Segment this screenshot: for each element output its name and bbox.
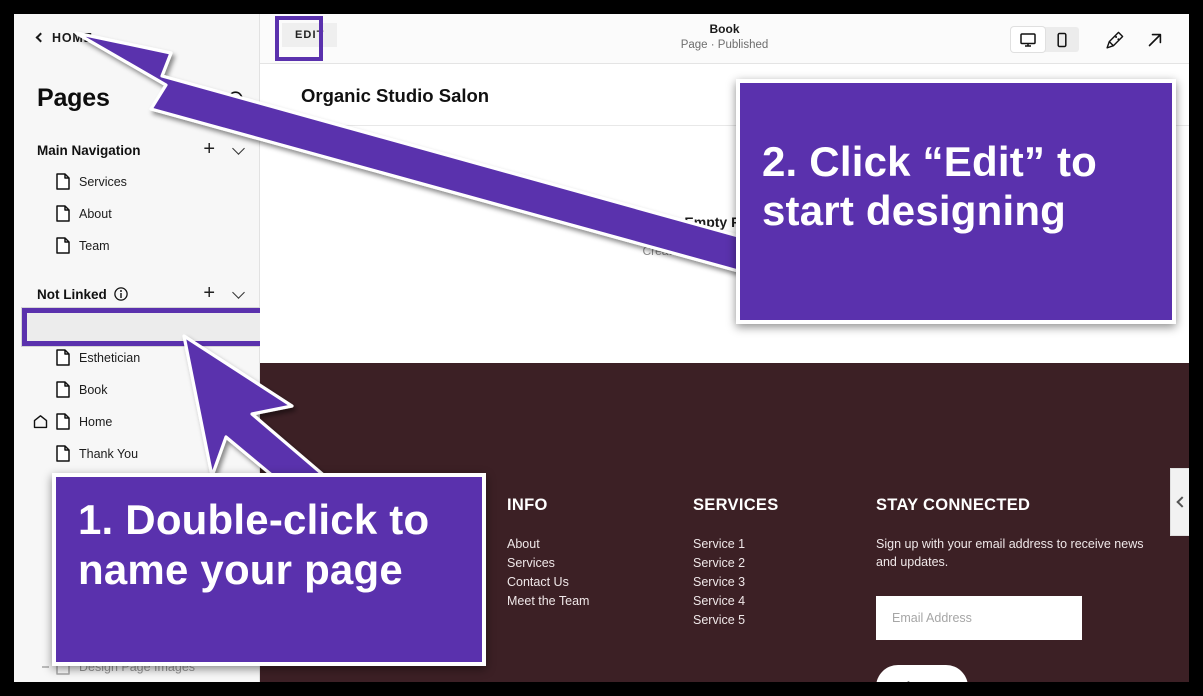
house-icon xyxy=(33,414,48,432)
footer-column-heading: STAY CONNECTED xyxy=(876,496,1031,514)
page-name: About xyxy=(79,207,112,221)
sidebar-page-book-2[interactable]: Book xyxy=(14,374,260,406)
page-name: Team xyxy=(79,239,110,253)
add-page-button[interactable]: + xyxy=(203,139,215,159)
newsletter-description: Sign up with your email address to recei… xyxy=(876,537,1144,570)
footer-column-info: INFO About Services Contact Us Meet the … xyxy=(507,496,589,613)
footer-link[interactable]: Service 5 xyxy=(693,613,779,627)
editor-topbar: EDIT Book Page · Published xyxy=(260,14,1189,64)
paintbrush-icon[interactable] xyxy=(1103,28,1127,52)
add-page-button[interactable]: + xyxy=(203,283,215,303)
page-name: Esthetician xyxy=(79,351,141,365)
page-icon xyxy=(56,205,70,225)
sidebar-page-about[interactable]: About xyxy=(14,198,260,230)
page-icon xyxy=(56,413,70,433)
page-icon xyxy=(56,173,70,193)
footer-column-stay-connected: STAY CONNECTED Sign up with your email a… xyxy=(876,496,1156,682)
footer-link[interactable]: Contact Us xyxy=(507,575,589,589)
sidebar-page-thank-you[interactable]: Thank You xyxy=(14,438,260,470)
page-title: Pages xyxy=(37,84,110,112)
section-main-navigation[interactable]: Main Navigation + xyxy=(37,139,245,160)
footer-column-heading: SERVICES xyxy=(693,496,779,514)
view-mode-toggle xyxy=(1011,27,1079,52)
section-not-linked[interactable]: Not Linked + xyxy=(37,283,245,304)
footer-link[interactable]: Service 1 xyxy=(693,537,779,551)
footer-column-services: SERVICES Service 1 Service 2 Service 3 S… xyxy=(693,496,779,632)
back-to-home-label: HOME xyxy=(52,31,93,45)
page-name: Book xyxy=(79,383,108,397)
selected-page-highlight xyxy=(22,308,281,346)
callout-step-2: 2. Click “Edit” to start designing xyxy=(736,79,1176,324)
footer-link[interactable]: Meet the Team xyxy=(507,594,589,608)
footer-column-heading: INFO xyxy=(507,496,548,514)
chevron-left-icon xyxy=(35,32,46,43)
back-to-home-link[interactable]: HOME xyxy=(35,31,93,45)
footer-link[interactable]: About xyxy=(507,537,589,551)
email-field[interactable]: Email Address xyxy=(876,596,1082,641)
panel-collapse-handle[interactable] xyxy=(1170,468,1189,536)
open-external-icon[interactable] xyxy=(1143,28,1167,52)
mobile-view-icon[interactable] xyxy=(1045,27,1079,52)
page-icon xyxy=(56,349,70,369)
sidebar-page-home[interactable]: Home xyxy=(14,406,260,438)
chevron-left-icon xyxy=(1175,496,1188,508)
page-icon xyxy=(56,445,70,465)
site-brand[interactable]: Organic Studio Salon xyxy=(301,85,489,107)
sidebar-page-esthetician[interactable]: Esthetician xyxy=(14,342,260,374)
section-label: Not Linked xyxy=(37,286,107,302)
desktop-view-icon[interactable] xyxy=(1011,27,1045,52)
app-window: HOME Pages Main Navigation + Services Ab… xyxy=(14,14,1189,682)
sidebar-page-team[interactable]: Team xyxy=(14,230,260,262)
footer-link[interactable]: Service 3 xyxy=(693,575,779,589)
chevron-down-icon[interactable] xyxy=(232,142,245,155)
footer-link[interactable]: Service 2 xyxy=(693,556,779,570)
page-name: Services xyxy=(79,175,127,189)
section-label: Main Navigation xyxy=(37,142,141,158)
page-icon xyxy=(56,381,70,401)
page-icon xyxy=(56,237,70,257)
page-name: Thank You xyxy=(79,447,139,461)
search-icon[interactable] xyxy=(226,89,248,111)
signup-button[interactable]: Sign Up xyxy=(876,665,968,682)
footer-link[interactable]: Service 4 xyxy=(693,594,779,608)
sidebar-page-services[interactable]: Services xyxy=(14,166,260,198)
page-name: Home xyxy=(79,415,113,429)
footer-link[interactable]: Services xyxy=(507,556,589,570)
info-icon[interactable] xyxy=(114,287,128,301)
chevron-down-icon[interactable] xyxy=(232,286,245,299)
callout-step-1: 1. Double-click to name your page xyxy=(52,473,486,666)
